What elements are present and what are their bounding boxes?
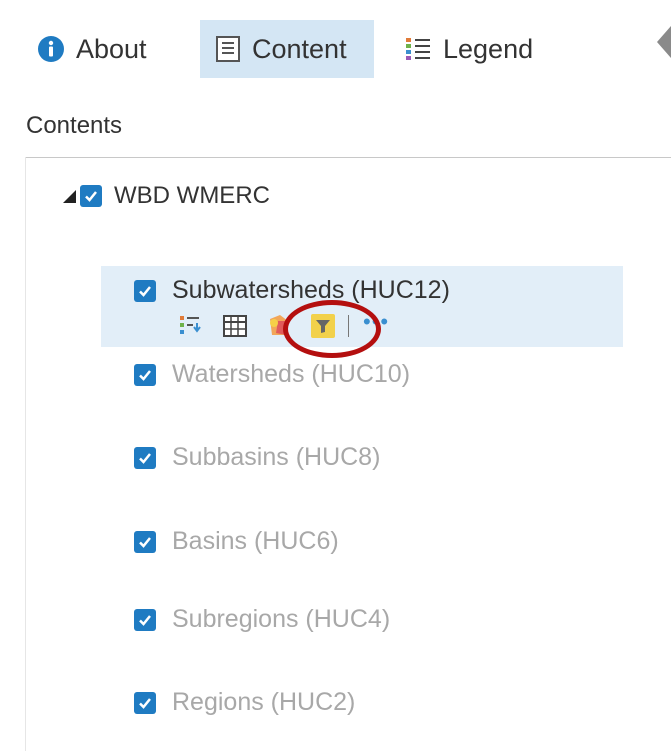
- tab-legend[interactable]: Legend: [405, 20, 533, 78]
- layer-row-subwatersheds[interactable]: Subwatersheds (HUC12): [134, 276, 450, 305]
- layer-row-basins[interactable]: Basins (HUC6): [134, 527, 339, 556]
- layer-group-row: WBD WMERC: [58, 182, 270, 210]
- tab-bar: About Content Legend: [0, 0, 671, 100]
- tool-divider: [348, 315, 349, 337]
- tab-legend-label: Legend: [443, 33, 534, 64]
- legend-list-icon: [405, 36, 431, 62]
- layer-label: Regions (HUC2): [172, 688, 356, 716]
- tab-content-label: Content: [252, 33, 347, 64]
- tab-about[interactable]: About: [38, 20, 147, 78]
- layer-label: Watersheds (HUC10): [172, 360, 411, 388]
- section-title: Contents: [26, 112, 123, 139]
- layer-checkbox[interactable]: [134, 363, 156, 386]
- layer-checkbox[interactable]: [134, 446, 156, 469]
- content-list-icon: [216, 36, 240, 62]
- group-label: WBD WMERC: [114, 182, 270, 209]
- layer-label: Subwatersheds (HUC12): [172, 276, 450, 304]
- layer-label: Subbasins (HUC8): [172, 443, 381, 471]
- layer-row-regions[interactable]: Regions (HUC2): [134, 688, 355, 717]
- expand-collapse-icon[interactable]: [58, 185, 80, 207]
- layer-checkbox[interactable]: [134, 530, 156, 553]
- group-checkbox[interactable]: [80, 185, 102, 207]
- attribute-table-icon[interactable]: [222, 313, 248, 339]
- layer-row-subregions[interactable]: Subregions (HUC4): [134, 605, 390, 634]
- panel-border: [25, 157, 26, 751]
- layer-checkbox[interactable]: [134, 608, 156, 631]
- collapse-panel-icon[interactable]: [657, 26, 671, 58]
- layer-tools: •••: [178, 309, 389, 342]
- layer-checkbox[interactable]: [134, 279, 156, 302]
- layer-checkbox[interactable]: [134, 691, 156, 714]
- legend-expand-icon[interactable]: [178, 313, 204, 339]
- change-style-icon[interactable]: [266, 313, 292, 339]
- filter-icon[interactable]: [310, 313, 336, 339]
- layer-row-subbasins[interactable]: Subbasins (HUC8): [134, 443, 380, 472]
- layer-row-watersheds[interactable]: Watersheds (HUC10): [134, 360, 410, 389]
- more-options-icon[interactable]: •••: [363, 309, 389, 335]
- info-icon: [38, 36, 64, 62]
- divider: [25, 157, 671, 158]
- layer-label: Basins (HUC6): [172, 527, 339, 555]
- tab-about-label: About: [76, 33, 147, 64]
- layer-label: Subregions (HUC4): [172, 605, 391, 633]
- tab-content[interactable]: Content: [200, 20, 374, 78]
